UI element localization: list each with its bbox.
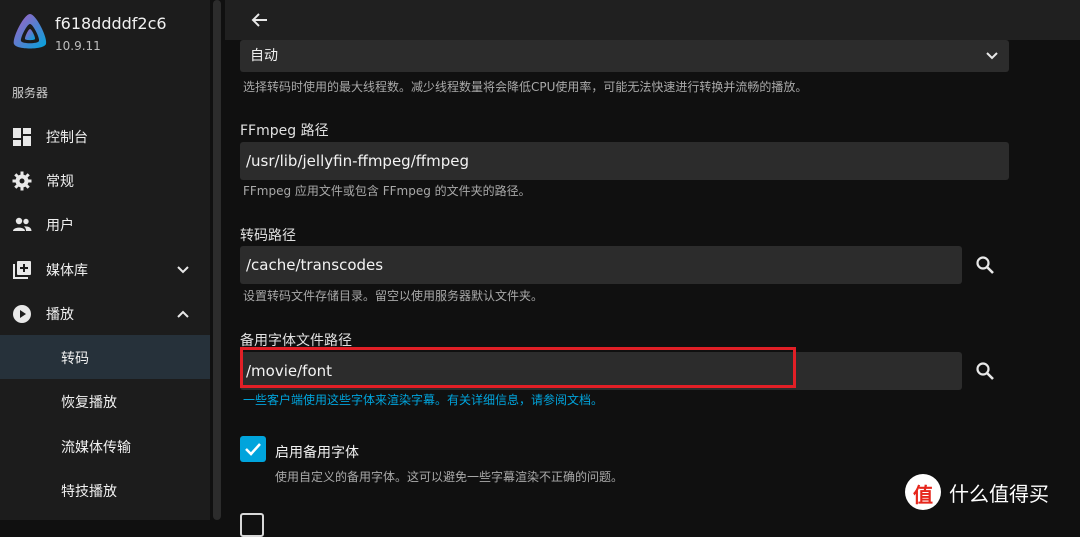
checkmark-icon [245, 443, 261, 456]
users-icon [13, 217, 32, 231]
chevron-down-icon [986, 52, 998, 60]
server-name: f618ddddf2c6 [55, 14, 167, 33]
dashboard-icon [13, 128, 31, 146]
ffmpeg-path-label: FFmpeg 路径 [240, 123, 329, 139]
fallback-font-browse-button[interactable] [966, 352, 1004, 390]
sidebar-subitem-label: 特技播放 [61, 484, 117, 500]
chevron-down-icon [177, 266, 189, 274]
enable-fallback-font-label: 启用备用字体 [275, 445, 359, 461]
sidebar-item-label: 播放 [46, 307, 74, 323]
back-arrow-icon[interactable] [247, 7, 273, 33]
transcoding-settings: 自动 选择转码时使用的最大线程数。减少线程数量将会降低CPU使用率，可能无法快速… [225, 40, 1080, 537]
sidebar-subitem-trickplay[interactable]: 特技播放 [0, 468, 210, 512]
jellyfin-logo-icon [13, 14, 47, 49]
fallback-font-path-label: 备用字体文件路径 [240, 333, 352, 349]
sidebar-item-label: 用户 [46, 218, 74, 234]
gear-icon [12, 171, 32, 191]
chevron-up-icon [177, 310, 189, 318]
watermark-logo-char: 值 [913, 483, 933, 507]
sidebar-item-library[interactable]: 媒体库 [0, 247, 210, 291]
sidebar-item-general[interactable]: 常规 [0, 158, 210, 202]
brand[interactable] [10, 12, 50, 52]
enable-fallback-font-checkbox[interactable] [240, 436, 266, 462]
ffmpeg-path-help: FFmpeg 应用文件或包含 FFmpeg 的文件夹的路径。 [243, 184, 531, 198]
enable-fallback-font-help: 使用自定义的备用字体。这可以避免一些字幕渲染不正确的问题。 [275, 470, 624, 484]
sidebar-subitem-transcoding[interactable]: 转码 [0, 335, 210, 379]
thread-count-select[interactable]: 自动 [240, 40, 1009, 72]
fallback-font-help-link[interactable]: 一些客户端使用这些字体来渲染字幕。有关详细信息，请参阅文档。 [243, 391, 603, 408]
ffmpeg-path-input[interactable] [240, 142, 1009, 180]
sidebar: f618ddddf2c6 10.9.11 服务器 控制台 常规 用户 媒体库 播… [0, 0, 210, 520]
transcode-path-help: 设置转码文件存储目录。留空以使用服务器默认文件夹。 [243, 289, 544, 303]
transcode-path-input[interactable] [240, 246, 962, 284]
sidebar-section-server: 服务器 [12, 86, 49, 100]
sidebar-subitem-streaming[interactable]: 流媒体传输 [0, 424, 210, 468]
library-add-icon [13, 261, 31, 279]
server-version: 10.9.11 [55, 39, 101, 53]
sidebar-item-label: 媒体库 [46, 263, 88, 279]
transcode-path-browse-button[interactable] [966, 246, 1004, 284]
sidebar-subitem-label: 恢复播放 [61, 395, 117, 411]
sidebar-subitem-label: 转码 [61, 351, 89, 367]
sidebar-subitem-label: 流媒体传输 [61, 440, 131, 456]
play-circle-icon [13, 305, 31, 323]
thread-count-value: 自动 [250, 48, 278, 64]
header [225, 0, 1080, 40]
sidebar-item-playback[interactable]: 播放 [0, 291, 210, 335]
sidebar-item-label: 控制台 [46, 130, 88, 146]
sidebar-subitem-resume[interactable]: 恢复播放 [0, 379, 210, 423]
sidebar-item-users[interactable]: 用户 [0, 202, 210, 246]
fallback-font-path-input[interactable] [240, 352, 962, 390]
thread-count-help: 选择转码时使用的最大线程数。减少线程数量将会降低CPU使用率，可能无法快速进行转… [243, 80, 808, 94]
sidebar-item-dashboard[interactable]: 控制台 [0, 114, 210, 158]
watermark-logo-icon: 值 [905, 474, 941, 510]
sidebar-scrollbar[interactable] [213, 0, 221, 520]
search-icon [976, 362, 994, 380]
watermark-text: 什么值得买 [949, 482, 1049, 506]
search-icon [976, 256, 994, 274]
sidebar-item-label: 常规 [46, 174, 74, 190]
transcode-path-label: 转码路径 [240, 228, 296, 244]
next-option-checkbox[interactable] [240, 513, 264, 537]
